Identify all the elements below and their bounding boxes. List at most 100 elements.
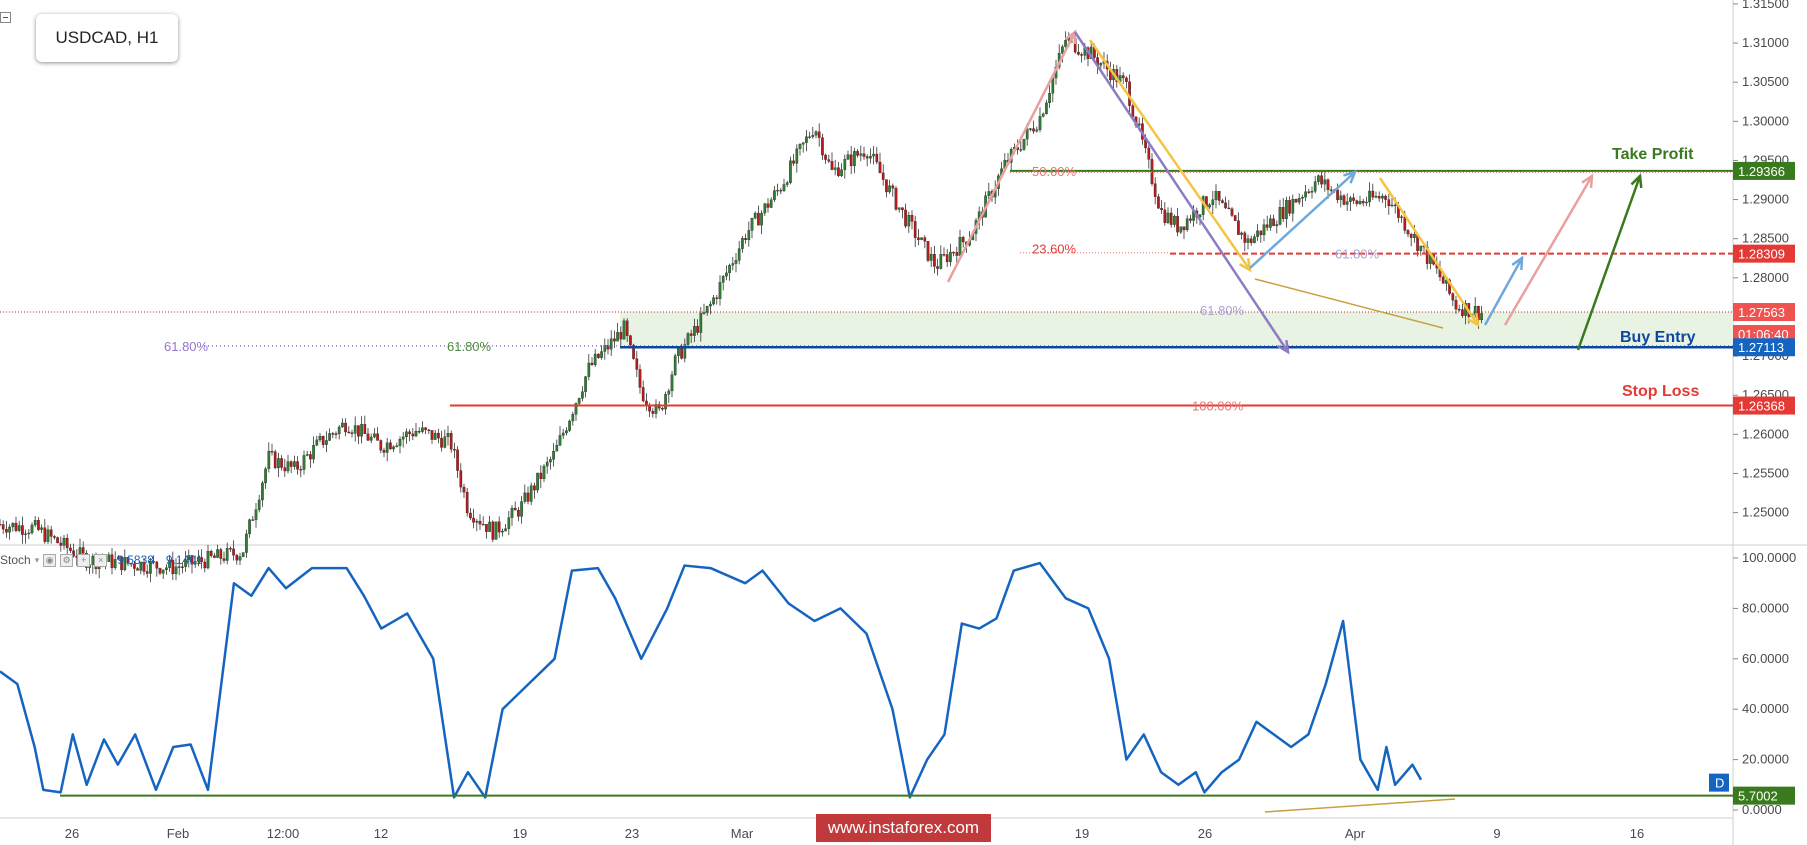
candle-241	[769, 197, 773, 208]
candle-184	[587, 354, 591, 381]
candle-182	[581, 386, 584, 402]
candle-266	[849, 146, 853, 175]
candle-366	[1169, 207, 1173, 228]
candle-272	[869, 148, 872, 164]
time-tick-label-5: 23	[625, 826, 639, 841]
candle-268	[856, 149, 859, 158]
candle-137	[437, 428, 440, 444]
candle-231	[737, 240, 741, 265]
candle-292	[933, 245, 936, 274]
stoch-tick-label-1: 80.0000	[1742, 600, 1789, 615]
candle-419	[1339, 190, 1343, 208]
candle-110	[350, 429, 354, 438]
fib-label-3: 61.80%	[1200, 303, 1245, 318]
candle-288	[920, 237, 923, 241]
pink-arrow-up-2	[1503, 173, 1594, 326]
candle-132	[421, 421, 424, 434]
stoch-tick-label-4: 20.0000	[1742, 752, 1789, 767]
candle-267	[853, 147, 856, 174]
candle-233	[744, 233, 747, 244]
candle-297	[949, 243, 952, 267]
candle-8	[24, 529, 27, 544]
candle-226	[721, 274, 725, 291]
candle-117	[373, 428, 376, 439]
candle-452	[1445, 279, 1448, 292]
candle-264	[843, 154, 847, 179]
candle-422	[1349, 195, 1352, 211]
candle-456	[1457, 304, 1461, 312]
candle-111	[353, 416, 357, 442]
candle-2	[5, 520, 8, 538]
svg-text:1.27113: 1.27113	[1738, 340, 1784, 355]
add-icon[interactable]: +	[77, 553, 91, 567]
candle-186	[593, 349, 597, 367]
stoch-name: Stoch	[0, 553, 31, 567]
candle-454	[1451, 292, 1455, 307]
candle-179	[571, 411, 575, 426]
candle-173	[552, 443, 555, 467]
candle-131	[417, 427, 421, 434]
candle-128	[408, 429, 411, 442]
candle-291	[929, 247, 933, 268]
candle-139	[443, 429, 447, 449]
candle-93	[296, 456, 299, 475]
price-tick-label-6: 1.28500	[1742, 231, 1789, 246]
candle-104	[331, 431, 335, 439]
candle-16	[49, 525, 53, 544]
time-tick-label-3: 12	[374, 826, 388, 841]
candle-409	[1307, 188, 1311, 195]
candle-408	[1304, 184, 1307, 202]
candle-69	[219, 547, 223, 565]
candle-75	[238, 552, 242, 565]
candle-178	[568, 419, 571, 432]
candle-402	[1285, 196, 1288, 228]
candle-368	[1176, 208, 1179, 237]
candle-274	[875, 146, 879, 165]
candle-282	[901, 207, 904, 219]
fib-label-0: 50.00%	[1032, 164, 1077, 179]
stoch-tick-label-3: 40.0000	[1742, 701, 1789, 716]
candle-153	[488, 515, 491, 532]
candle-171	[545, 456, 549, 474]
candle-200	[638, 364, 642, 394]
candle-372	[1189, 214, 1192, 224]
eye-icon[interactable]: ◉	[43, 553, 57, 567]
candle-155	[494, 521, 498, 540]
price-tick-label-2: 1.30500	[1742, 74, 1789, 89]
candle-289	[923, 235, 927, 249]
candle-161	[513, 501, 517, 511]
symbol-label[interactable]: USDCAD, H1	[36, 14, 178, 62]
candle-281	[897, 207, 901, 213]
candle-393	[1256, 224, 1259, 241]
candle-164	[523, 484, 527, 504]
candle-237	[757, 205, 760, 226]
close-icon[interactable]: ×	[94, 553, 108, 567]
chart-canvas[interactable]: 1.315001.310001.305001.300001.295001.290…	[0, 0, 1807, 845]
candle-428	[1368, 182, 1371, 207]
candle-399	[1275, 220, 1279, 234]
collapse-icon[interactable]	[0, 12, 11, 23]
candle-362	[1157, 193, 1160, 209]
candle-427	[1365, 196, 1368, 207]
candle-149	[475, 518, 479, 532]
chevron-down-icon[interactable]: ▾	[35, 555, 40, 566]
candle-240	[766, 197, 770, 213]
candle-391	[1249, 235, 1253, 246]
candle-320	[1022, 138, 1026, 152]
candle-11	[33, 516, 37, 528]
candle-234	[747, 221, 751, 247]
candle-67	[213, 552, 216, 558]
candle-352	[1125, 76, 1128, 89]
candle-121	[385, 437, 389, 462]
candle-107	[341, 418, 344, 428]
candle-166	[529, 482, 533, 506]
candle-170	[542, 464, 546, 483]
candle-129	[411, 428, 415, 441]
yellow-arrow-down-1	[1088, 39, 1252, 273]
settings-icon[interactable]: ⚙	[60, 553, 74, 567]
candle-176	[561, 428, 565, 440]
candle-258	[824, 153, 827, 165]
candle-369	[1179, 226, 1183, 234]
candle-295	[942, 247, 946, 257]
candle-243	[776, 183, 779, 196]
